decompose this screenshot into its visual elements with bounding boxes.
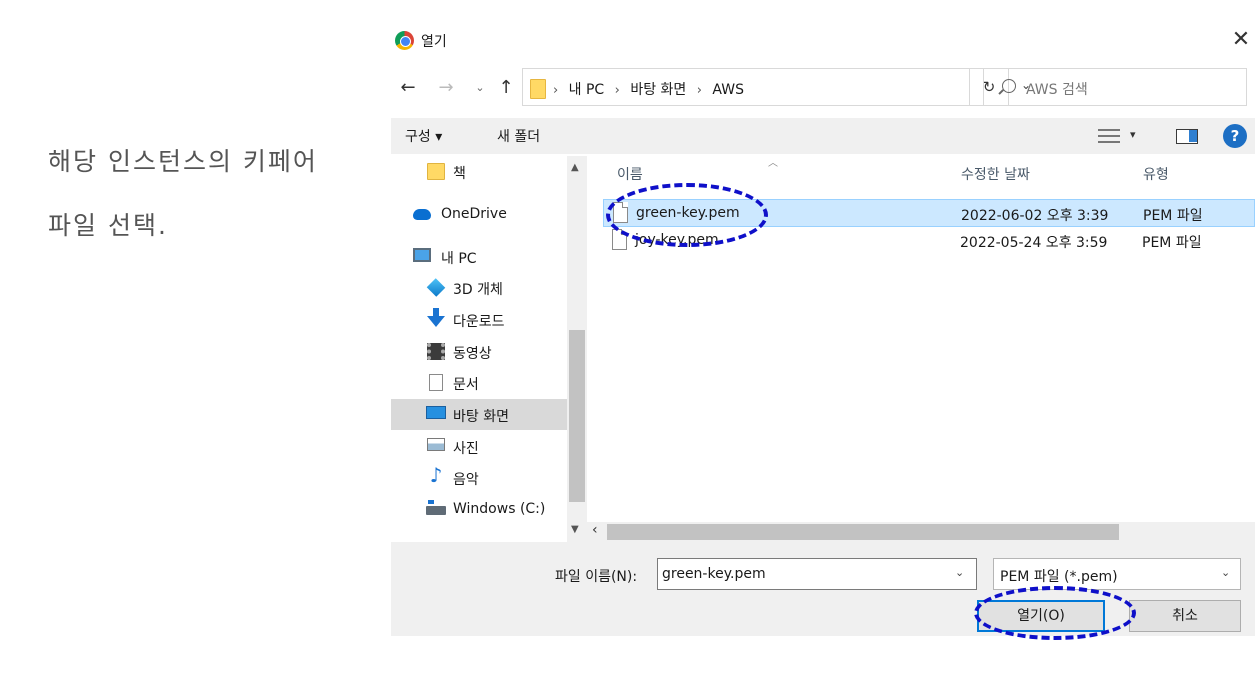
dialog-footer: 파일 이름(N): green-key.pem ⌄ PEM 파일 (*.pem)… bbox=[391, 542, 1255, 636]
file-type: PEM 파일 bbox=[1142, 235, 1202, 251]
search-icon bbox=[1002, 79, 1016, 93]
nav-item-3d-objects[interactable]: 3D 개체 bbox=[391, 272, 567, 303]
sort-ascending-icon: ︿ bbox=[768, 158, 778, 169]
scroll-down-icon[interactable]: ▼ bbox=[571, 524, 579, 535]
nav-item-label: 내 PC bbox=[441, 251, 477, 267]
view-dropdown-button[interactable]: ▾ bbox=[1130, 128, 1136, 141]
music-icon: ♪ bbox=[429, 463, 443, 487]
nav-item-label: 3D 개체 bbox=[453, 282, 503, 298]
view-options-icon[interactable] bbox=[1098, 129, 1120, 143]
address-bar[interactable]: › 내 PC › 바탕 화면 › AWS ⌄ bbox=[522, 68, 1031, 106]
folder-icon bbox=[427, 163, 445, 180]
horizontal-scrollbar[interactable]: ‹ › bbox=[587, 522, 1255, 542]
desktop-icon bbox=[426, 406, 446, 419]
folder-icon bbox=[530, 79, 546, 99]
breadcrumb-separator: › bbox=[696, 83, 702, 98]
help-icon[interactable]: ? bbox=[1223, 124, 1247, 148]
breadcrumb-desktop[interactable]: 바탕 화면 bbox=[630, 82, 686, 98]
file-icon bbox=[613, 202, 628, 223]
recent-locations-button[interactable]: ⌄ bbox=[469, 76, 491, 100]
breadcrumb-aws[interactable]: AWS bbox=[712, 82, 744, 98]
nav-item-my-pc[interactable]: 내 PC bbox=[391, 241, 567, 272]
file-list: 이름 ︿ 수정한 날짜 유형 green-key.pem 2022-06-02 … bbox=[597, 156, 1255, 542]
chrome-icon bbox=[395, 31, 414, 50]
breadcrumb-my-pc[interactable]: 내 PC bbox=[569, 82, 605, 98]
onedrive-icon bbox=[413, 209, 431, 220]
video-icon bbox=[427, 343, 445, 360]
nav-item-label: 음악 bbox=[453, 472, 479, 488]
preview-pane-icon[interactable] bbox=[1176, 129, 1198, 144]
scrollbar-thumb[interactable] bbox=[607, 524, 1119, 540]
up-button[interactable]: ↑ bbox=[495, 76, 517, 100]
filename-input[interactable]: green-key.pem bbox=[657, 558, 977, 590]
nav-item-documents[interactable]: 문서 bbox=[391, 367, 567, 398]
pictures-icon bbox=[427, 438, 445, 451]
address-row: ← → ⌄ ↑ › 내 PC › 바탕 화면 › AWS ⌄ ↻ AWS 검색 bbox=[391, 66, 1255, 110]
scrollbar-thumb[interactable] bbox=[569, 330, 585, 502]
column-header-name[interactable]: 이름 bbox=[617, 164, 643, 184]
column-header-type[interactable]: 유형 bbox=[1143, 164, 1169, 184]
nav-item-label: 다운로드 bbox=[453, 314, 505, 330]
nav-item-desktop[interactable]: 바탕 화면 bbox=[391, 399, 567, 430]
breadcrumb-separator: › bbox=[614, 83, 620, 98]
nav-item-onedrive[interactable]: OneDrive bbox=[391, 199, 567, 230]
nav-item-downloads[interactable]: 다운로드 bbox=[391, 304, 567, 335]
nav-item-books[interactable]: 책 bbox=[391, 156, 567, 187]
nav-item-label: 책 bbox=[453, 166, 466, 182]
nav-item-videos[interactable]: 동영상 bbox=[391, 336, 567, 367]
nav-item-label: 동영상 bbox=[453, 346, 492, 362]
open-button[interactable]: 열기(O) bbox=[977, 600, 1105, 632]
title-bar: 열기 ✕ bbox=[391, 22, 1255, 62]
instruction-text-line1: 해당 인스턴스의 키페어 bbox=[48, 147, 318, 176]
nav-item-label: 바탕 화면 bbox=[453, 409, 509, 425]
drive-icon bbox=[426, 500, 446, 515]
toolbar: 구성 ▾ 새 폴더 ▾ ? bbox=[391, 118, 1255, 154]
filename-label: 파일 이름(N): bbox=[555, 569, 638, 585]
file-row-green-key[interactable]: green-key.pem 2022-06-02 오후 3:39 PEM 파일 bbox=[603, 199, 1255, 227]
instruction-text-line2: 파일 선택. bbox=[48, 211, 168, 240]
column-header-date[interactable]: 수정한 날짜 bbox=[961, 164, 1030, 184]
scroll-left-icon[interactable]: ‹ bbox=[592, 522, 598, 538]
pc-icon bbox=[413, 248, 431, 262]
chevron-down-icon[interactable]: ⌄ bbox=[1221, 566, 1230, 579]
file-icon bbox=[612, 229, 627, 250]
navigation-pane: 책 OneDrive 내 PC 3D 개체 다운로드 동영상 문서 바탕 화면 bbox=[391, 156, 587, 542]
file-name: joy-key.pem bbox=[635, 232, 719, 248]
search-box[interactable]: AWS 검색 bbox=[983, 68, 1247, 106]
nav-item-windows-c[interactable]: Windows (C:) bbox=[391, 494, 567, 525]
close-button[interactable]: ✕ bbox=[1229, 27, 1253, 53]
file-name: green-key.pem bbox=[636, 205, 740, 221]
filename-dropdown-button[interactable]: ⌄ bbox=[955, 566, 964, 579]
back-button[interactable]: ← bbox=[397, 76, 419, 100]
breadcrumb: › 내 PC › 바탕 화면 › AWS bbox=[553, 79, 750, 99]
nav-item-label: OneDrive bbox=[441, 206, 507, 222]
cancel-button[interactable]: 취소 bbox=[1129, 600, 1241, 632]
nav-item-label: Windows (C:) bbox=[453, 501, 546, 517]
dialog-title: 열기 bbox=[421, 34, 447, 50]
search-placeholder: AWS 검색 bbox=[1026, 82, 1088, 98]
document-icon bbox=[429, 374, 443, 391]
column-header-name-label: 이름 bbox=[617, 167, 643, 183]
organize-button[interactable]: 구성 ▾ bbox=[405, 126, 442, 146]
nav-item-label: 사진 bbox=[453, 441, 479, 457]
open-file-dialog: 열기 ✕ ← → ⌄ ↑ › 내 PC › 바탕 화면 › AWS ⌄ ↻ AW… bbox=[391, 22, 1255, 636]
breadcrumb-separator: › bbox=[553, 83, 559, 98]
scroll-up-icon[interactable]: ▲ bbox=[571, 162, 579, 173]
3d-objects-icon bbox=[426, 278, 446, 297]
navigation-scrollbar[interactable]: ▲ ▼ bbox=[567, 156, 587, 542]
new-folder-button[interactable]: 새 폴더 bbox=[497, 126, 540, 146]
forward-button[interactable]: → bbox=[435, 76, 457, 100]
file-type-filter-select[interactable]: PEM 파일 (*.pem) bbox=[993, 558, 1241, 590]
nav-item-pictures[interactable]: 사진 bbox=[391, 431, 567, 462]
file-row-joy-key[interactable]: joy-key.pem 2022-05-24 오후 3:59 PEM 파일 bbox=[603, 227, 1255, 255]
file-date: 2022-06-02 오후 3:39 bbox=[961, 208, 1109, 224]
nav-item-music[interactable]: ♪ 음악 bbox=[391, 462, 567, 493]
download-icon bbox=[427, 308, 445, 327]
nav-item-label: 문서 bbox=[453, 377, 479, 393]
file-date: 2022-05-24 오후 3:59 bbox=[960, 235, 1108, 251]
file-type: PEM 파일 bbox=[1143, 208, 1203, 224]
